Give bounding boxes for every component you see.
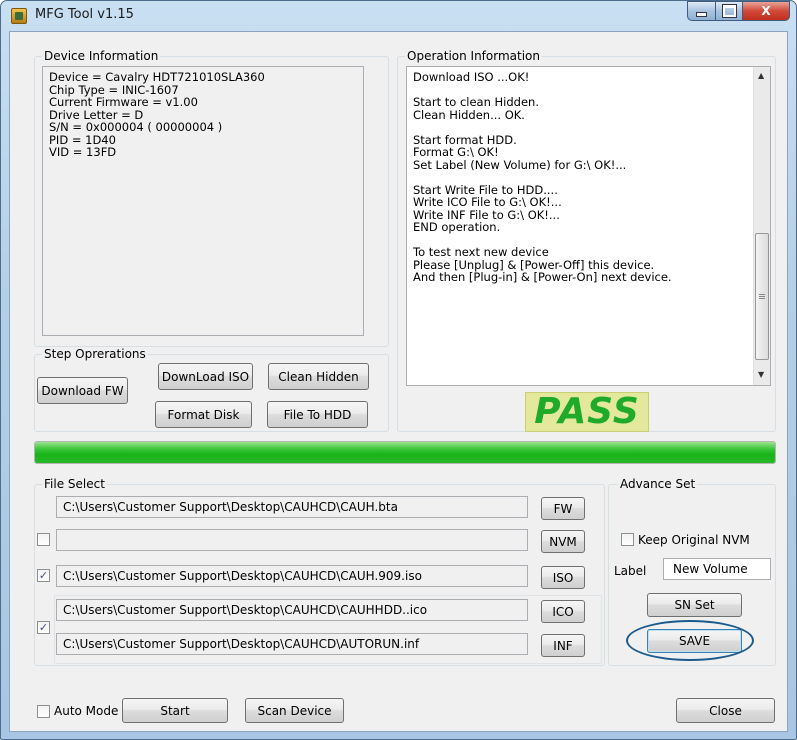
close-button[interactable]: Close: [676, 698, 775, 723]
file-to-hdd-button[interactable]: File To HDD: [267, 401, 368, 428]
close-window-button[interactable]: X: [743, 1, 790, 21]
check-icon: ✓: [38, 621, 49, 634]
advance-set-label: Advance Set: [618, 477, 698, 491]
log-line: Start to clean Hidden.: [413, 95, 539, 109]
device-info-group: Device Information Device = Cavalry HDT7…: [34, 49, 389, 347]
step-operations-label: Step Oprerations: [42, 347, 148, 361]
iso-browse-button[interactable]: ISO: [541, 566, 585, 589]
auto-mode-label: Auto Mode: [54, 704, 119, 718]
progress-bar: [34, 441, 776, 464]
nvm-checkbox[interactable]: [37, 533, 50, 546]
keep-original-nvm-label: Keep Original NVM: [638, 533, 750, 547]
log-scrollbar[interactable]: ▲ ▼: [753, 67, 770, 385]
ico-inf-checkbox[interactable]: ✓: [37, 621, 50, 634]
inf-path-field[interactable]: C:\Users\Customer Support\Desktop\CAUHCD…: [56, 633, 528, 655]
log-line: Download ISO ...OK!: [413, 70, 530, 84]
clean-hidden-button[interactable]: Clean Hidden: [268, 363, 369, 390]
result-pass-label: PASS: [525, 392, 649, 432]
label-caption: Label: [614, 564, 647, 578]
save-highlight-ellipse: [626, 620, 754, 661]
log-line: To test next new device: [413, 245, 549, 259]
fw-path-field[interactable]: C:\Users\Customer Support\Desktop\CAUHCD…: [56, 496, 528, 518]
format-disk-button[interactable]: Format Disk: [155, 401, 252, 428]
inf-browse-button[interactable]: INF: [541, 634, 585, 657]
operation-info-label: Operation Information: [405, 49, 542, 63]
scroll-grip-icon: [759, 298, 765, 299]
nvm-browse-button[interactable]: NVM: [541, 530, 585, 553]
title-bar[interactable]: MFG Tool v1.15 X: [1, 1, 796, 31]
ico-path-field[interactable]: C:\Users\Customer Support\Desktop\CAUHCD…: [56, 599, 528, 621]
download-fw-button[interactable]: Download FW: [37, 377, 128, 404]
log-line: Write ICO File to G:\ OK!...: [413, 195, 562, 209]
client-area: Device Information Device = Cavalry HDT7…: [9, 31, 788, 732]
operation-log-lines: Download ISO ...OK! Start to clean Hidden…: [413, 71, 764, 284]
auto-mode-checkbox[interactable]: [37, 705, 50, 718]
device-info-text[interactable]: Device = Cavalry HDT721010SLA360 Chip Ty…: [42, 66, 364, 336]
log-line: END operation.: [413, 220, 501, 234]
scan-device-button[interactable]: Scan Device: [245, 698, 344, 723]
maximize-button[interactable]: [716, 1, 743, 21]
operation-log[interactable]: Download ISO ...OK! Start to clean Hidden…: [406, 66, 771, 386]
minimize-icon: [696, 11, 707, 17]
device-info-label: Device Information: [42, 49, 161, 63]
close-icon: X: [761, 4, 771, 18]
step-operations-group: Step Oprerations Download FW DownLoad IS…: [34, 347, 389, 432]
maximize-icon: [722, 5, 736, 17]
app-icon: [11, 8, 27, 24]
scroll-thumb[interactable]: [755, 233, 769, 360]
nvm-path-field[interactable]: [56, 529, 528, 551]
scroll-down-icon[interactable]: ▼: [758, 369, 764, 382]
ico-browse-button[interactable]: ICO: [541, 600, 585, 623]
volume-label-input[interactable]: New Volume: [663, 558, 771, 580]
download-iso-button[interactable]: DownLoad ISO: [158, 363, 253, 390]
iso-checkbox[interactable]: ✓: [37, 569, 50, 582]
window-title: MFG Tool v1.15: [35, 7, 134, 22]
keep-original-nvm-checkbox[interactable]: [621, 533, 634, 546]
minimize-button[interactable]: [687, 1, 716, 21]
fw-browse-button[interactable]: FW: [541, 497, 585, 520]
log-line: Clean Hidden... OK.: [413, 107, 525, 122]
file-select-label: File Select: [42, 477, 107, 491]
log-line: Format G:\ OK!: [413, 145, 499, 159]
start-button[interactable]: Start: [122, 698, 228, 723]
scroll-up-icon[interactable]: ▲: [758, 70, 764, 83]
iso-path-field[interactable]: C:\Users\Customer Support\Desktop\CAUHCD…: [56, 565, 528, 587]
main-window: MFG Tool v1.15 X Device Information Devi…: [0, 0, 797, 740]
scroll-grip-icon: [759, 296, 765, 297]
log-line: And then [Plug-in] & [Power-On] next dev…: [413, 270, 672, 284]
sn-set-button[interactable]: SN Set: [647, 593, 742, 617]
progress-fill: [35, 442, 775, 463]
check-icon: ✓: [38, 569, 49, 582]
log-line: Set Label (New Volume) for G:\ OK!...: [413, 157, 627, 172]
caption-buttons: X: [687, 1, 790, 23]
operation-info-group: Operation Information Download ISO ...OK…: [397, 49, 776, 432]
scroll-grip-icon: [759, 294, 765, 295]
